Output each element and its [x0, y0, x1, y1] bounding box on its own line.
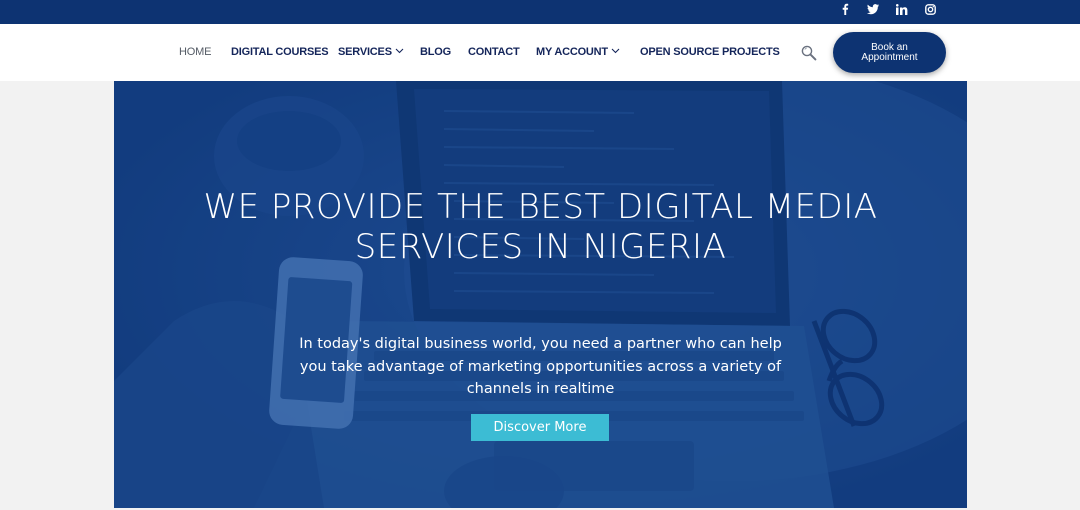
chevron-down-icon: [395, 48, 404, 54]
facebook-icon[interactable]: [836, 0, 854, 18]
chevron-down-icon: [611, 48, 620, 54]
twitter-icon[interactable]: [864, 0, 882, 18]
nav-services[interactable]: SERVICES: [338, 24, 404, 81]
nav-home[interactable]: HOME: [179, 24, 211, 81]
hero-description: In today's digital business world, you n…: [299, 336, 782, 397]
nav-my-account[interactable]: MY ACCOUNT: [536, 24, 620, 81]
nav-services-label: SERVICES: [338, 46, 392, 58]
discover-more-button[interactable]: Discover More: [471, 414, 609, 441]
linkedin-icon[interactable]: [893, 0, 911, 18]
hero-section: WE PROVIDE THE BEST DIGITAL MEDIA SERVIC…: [114, 81, 967, 508]
search-icon[interactable]: [800, 44, 818, 62]
instagram-icon[interactable]: [921, 0, 939, 18]
nav-contact[interactable]: CONTACT: [468, 24, 520, 81]
book-appointment-button[interactable]: Book an Appointment: [833, 32, 946, 73]
top-bar: [0, 0, 1080, 24]
nav-blog[interactable]: BLOG: [420, 24, 451, 81]
nav-digital-courses[interactable]: DIGITAL COURSES: [231, 24, 329, 81]
hero-background-image: [114, 81, 967, 508]
hero-title: WE PROVIDE THE BEST DIGITAL MEDIA SERVIC…: [203, 187, 878, 267]
nav-my-account-label: MY ACCOUNT: [536, 46, 608, 58]
book-appointment-label: Book an Appointment: [861, 41, 918, 63]
nav-open-source-projects[interactable]: OPEN SOURCE PROJECTS: [640, 24, 780, 81]
